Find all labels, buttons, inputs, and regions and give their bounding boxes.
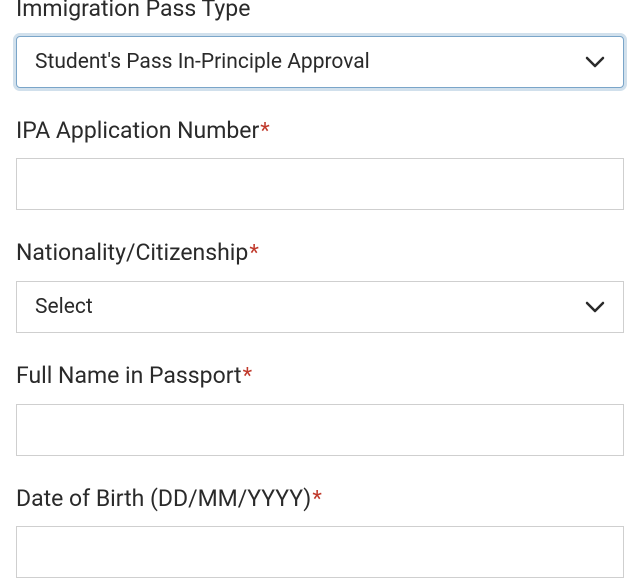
ipa-number-label: IPA Application Number* <box>16 116 624 147</box>
select-value: Student's Pass In-Principle Approval <box>35 50 585 74</box>
required-asterisk: * <box>249 241 258 266</box>
chevron-down-icon <box>585 56 605 68</box>
select-placeholder: Select <box>35 295 585 319</box>
nationality-select[interactable]: Select <box>16 281 624 333</box>
ipa-number-input[interactable] <box>16 158 624 210</box>
label-text: Nationality/Citizenship <box>16 239 248 266</box>
label-text: Date of Birth (DD/MM/YYYY) <box>16 485 311 512</box>
dob-input[interactable] <box>16 526 624 578</box>
required-asterisk: * <box>260 119 269 144</box>
immigration-pass-type-select[interactable]: Student's Pass In-Principle Approval <box>16 36 624 88</box>
nationality-label: Nationality/Citizenship* <box>16 238 624 269</box>
chevron-down-icon <box>585 301 605 313</box>
full-name-input[interactable] <box>16 404 624 456</box>
label-text: IPA Application Number <box>16 117 259 144</box>
immigration-pass-type-label: Immigration Pass Type <box>16 0 624 24</box>
full-name-label: Full Name in Passport* <box>16 361 624 392</box>
dob-label: Date of Birth (DD/MM/YYYY)* <box>16 484 624 515</box>
label-text: Immigration Pass Type <box>16 0 250 22</box>
required-asterisk: * <box>312 487 321 512</box>
label-text: Full Name in Passport <box>16 362 242 389</box>
required-asterisk: * <box>243 364 252 389</box>
